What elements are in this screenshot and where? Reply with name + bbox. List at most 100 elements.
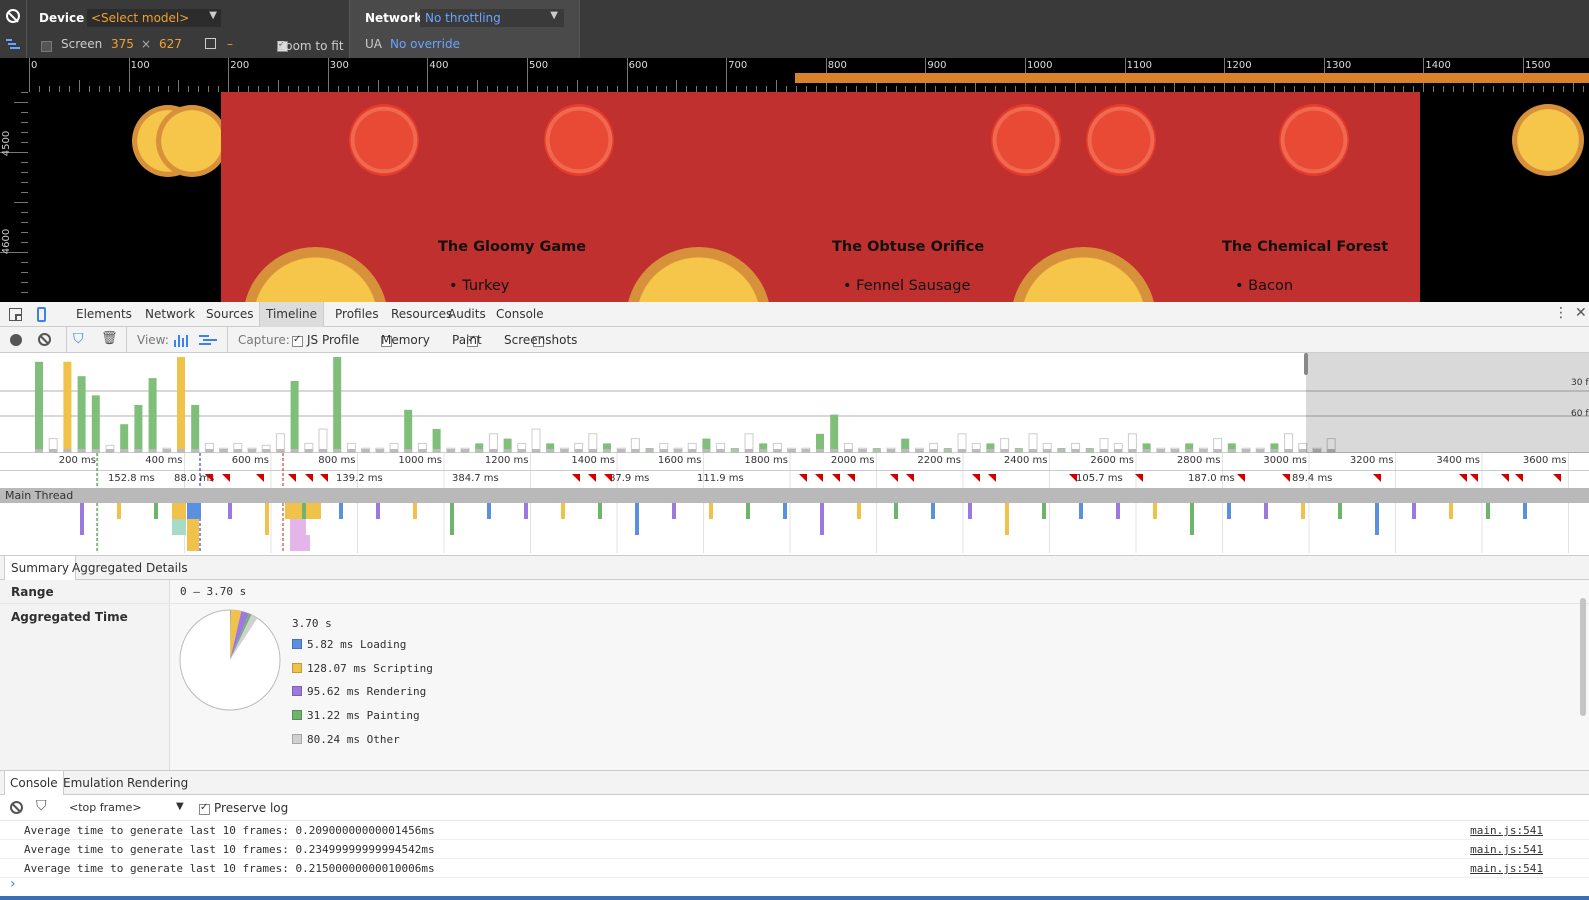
- long-frame-flag-icon[interactable]: [205, 474, 213, 482]
- frame-duration[interactable]: 139.2 ms: [336, 473, 383, 484]
- task-sliver[interactable]: [1487, 503, 1489, 519]
- summary-scrollbar[interactable]: [1580, 598, 1586, 716]
- frame-bar[interactable]: [191, 405, 200, 453]
- timeline-overview[interactable]: 30 fps 60 fps: [0, 353, 1589, 453]
- tab-aggregated-details[interactable]: Aggregated Details: [70, 556, 190, 580]
- filter-icon[interactable]: ⛉: [36, 798, 47, 814]
- task-sliver[interactable]: [304, 503, 306, 519]
- task-sliver[interactable]: [896, 503, 898, 519]
- close-icon[interactable]: ✕: [1575, 305, 1587, 321]
- task-sliver[interactable]: [526, 503, 528, 519]
- screen-width-input[interactable]: 375: [111, 37, 134, 51]
- screen-checkbox[interactable]: [41, 41, 52, 52]
- task-sliver[interactable]: [377, 503, 379, 519]
- frame-bar[interactable]: [177, 357, 185, 453]
- frame-bar[interactable]: [120, 424, 129, 453]
- task-sliver[interactable]: [894, 503, 896, 519]
- frame-duration[interactable]: 87.9 ms: [609, 473, 649, 484]
- task-sliver[interactable]: [230, 503, 232, 519]
- frame-duration[interactable]: 384.7 ms: [452, 473, 499, 484]
- task-sliver[interactable]: [637, 503, 639, 535]
- tab-console[interactable]: Console: [4, 771, 64, 795]
- task-sliver[interactable]: [785, 503, 787, 519]
- filter-icon[interactable]: ⛉: [73, 331, 84, 347]
- device-model-select[interactable]: <Select model> ▼: [87, 9, 221, 27]
- long-frame-flag-icon[interactable]: [1501, 474, 1509, 482]
- task-sliver[interactable]: [1449, 503, 1451, 519]
- long-frame-flag-icon[interactable]: [320, 474, 328, 482]
- task-sliver[interactable]: [415, 503, 417, 519]
- frame-bar[interactable]: [830, 414, 839, 453]
- task-sliver[interactable]: [599, 503, 601, 519]
- task-sliver[interactable]: [1005, 503, 1007, 535]
- frame-bar[interactable]: [404, 409, 413, 453]
- ua-value[interactable]: No override: [390, 37, 460, 51]
- task-sliver[interactable]: [1229, 503, 1231, 519]
- task-sliver[interactable]: [452, 503, 454, 535]
- task-sliver[interactable]: [1376, 503, 1378, 535]
- task-sliver[interactable]: [117, 503, 119, 519]
- device-pixel-ratio[interactable]: –: [227, 37, 233, 51]
- task-block[interactable]: [172, 519, 186, 535]
- long-frame-flag-icon[interactable]: [815, 474, 823, 482]
- long-frame-flag-icon[interactable]: [1282, 474, 1290, 482]
- block-icon[interactable]: [6, 9, 20, 23]
- task-sliver[interactable]: [563, 503, 565, 519]
- frame-bar[interactable]: [290, 381, 299, 453]
- task-sliver[interactable]: [1116, 503, 1118, 519]
- task-sliver[interactable]: [1118, 503, 1120, 519]
- clear-console-icon[interactable]: [10, 801, 23, 814]
- long-frame-flag-icon[interactable]: [988, 474, 996, 482]
- tab-audits[interactable]: Audits: [442, 302, 492, 327]
- task-sliver[interactable]: [561, 503, 563, 519]
- task-block[interactable]: [290, 535, 310, 551]
- long-frame-flag-icon[interactable]: [588, 474, 596, 482]
- js-profile-checkbox[interactable]: [292, 334, 303, 347]
- frame-duration[interactable]: 152.8 ms: [108, 473, 155, 484]
- source-link[interactable]: main.js:541: [1470, 821, 1543, 840]
- task-sliver[interactable]: [228, 503, 230, 519]
- frame-bar[interactable]: [91, 395, 100, 453]
- tab-sources[interactable]: Sources: [200, 302, 259, 327]
- frame-bar[interactable]: [77, 376, 86, 453]
- task-sliver[interactable]: [1081, 503, 1083, 519]
- task-sliver[interactable]: [450, 503, 452, 535]
- trash-icon[interactable]: 🗑: [101, 331, 118, 346]
- tab-console[interactable]: Console: [490, 302, 550, 327]
- long-frame-flag-icon[interactable]: [1515, 474, 1523, 482]
- frame-bar[interactable]: [35, 361, 43, 453]
- task-sliver[interactable]: [1043, 503, 1045, 519]
- frame-duration[interactable]: 187.0 ms: [1188, 473, 1235, 484]
- task-block[interactable]: [172, 503, 186, 519]
- task-sliver[interactable]: [674, 503, 676, 519]
- long-frame-flag-icon[interactable]: [1237, 474, 1245, 482]
- long-frame-flag-icon[interactable]: [890, 474, 898, 482]
- frame-bar[interactable]: [148, 378, 157, 453]
- tab-summary[interactable]: Summary: [4, 556, 76, 580]
- long-frame-flag-icon[interactable]: [1069, 474, 1077, 482]
- task-sliver[interactable]: [1414, 503, 1416, 519]
- tab-network[interactable]: Network: [139, 302, 201, 327]
- task-sliver[interactable]: [266, 503, 268, 535]
- task-sliver[interactable]: [1338, 503, 1340, 519]
- console-prompt[interactable]: ›: [10, 876, 16, 892]
- tab-timeline[interactable]: Timeline: [259, 302, 325, 327]
- frame-duration[interactable]: 105.7 ms: [1076, 473, 1123, 484]
- task-sliver[interactable]: [1227, 503, 1229, 519]
- task-sliver[interactable]: [672, 503, 674, 519]
- long-frame-flag-icon[interactable]: [256, 474, 264, 482]
- long-frame-flag-icon[interactable]: [288, 474, 296, 482]
- long-frame-flag-icon[interactable]: [1459, 474, 1467, 482]
- tab-elements[interactable]: Elements: [70, 302, 138, 327]
- task-sliver[interactable]: [1303, 503, 1305, 519]
- swap-dimensions-icon[interactable]: [205, 38, 216, 49]
- task-sliver[interactable]: [1192, 503, 1194, 535]
- media-query-bar[interactable]: [795, 73, 1589, 83]
- task-sliver[interactable]: [1525, 503, 1527, 519]
- long-frame-flag-icon[interactable]: [1373, 474, 1381, 482]
- source-link[interactable]: main.js:541: [1470, 840, 1543, 859]
- long-frame-flag-icon[interactable]: [1553, 474, 1561, 482]
- long-frame-flag-icon[interactable]: [799, 474, 807, 482]
- frame-bar[interactable]: [63, 361, 72, 453]
- task-sliver[interactable]: [119, 503, 121, 519]
